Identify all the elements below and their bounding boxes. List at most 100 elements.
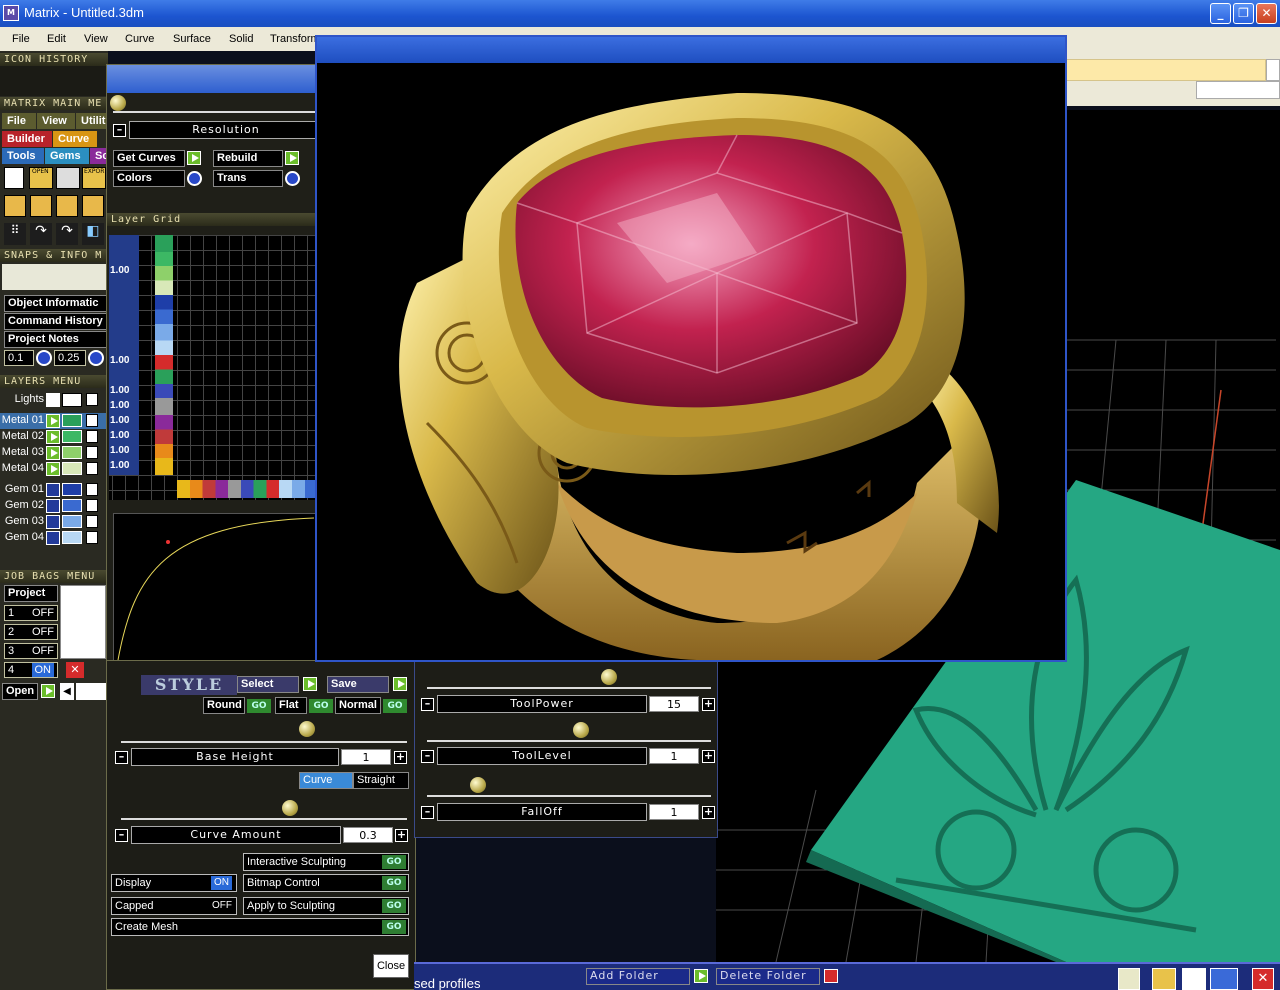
new-file-icon[interactable] — [4, 167, 24, 189]
minimize-button[interactable]: _ — [1210, 3, 1231, 24]
grid-icon[interactable] — [56, 167, 80, 189]
save-icon-1[interactable] — [4, 195, 26, 217]
job-3[interactable]: 3 OFF — [4, 643, 58, 659]
rebuild-go-icon[interactable] — [285, 151, 299, 165]
project-button[interactable]: Project — [4, 585, 58, 602]
save-icon-3[interactable] — [56, 195, 78, 217]
menu-transform[interactable]: Transform — [270, 33, 320, 45]
mirror-icon[interactable]: ◧ — [82, 223, 104, 245]
job-1[interactable]: 1 OFF — [4, 605, 58, 621]
lights-swatch[interactable] — [62, 393, 82, 407]
scroll-up-icon[interactable] — [1266, 59, 1280, 81]
home-icon[interactable] — [1118, 968, 1140, 990]
select-go-icon[interactable] — [303, 677, 317, 691]
bitmap-control-row[interactable]: Bitmap Control GO — [243, 874, 409, 892]
curve-amount-slider-track[interactable] — [121, 818, 407, 820]
radio-icon-1[interactable] — [36, 350, 52, 366]
base-height-minus-button[interactable]: – — [115, 751, 128, 764]
falloff-plus-button[interactable]: + — [702, 806, 715, 819]
tool-power-minus-button[interactable]: – — [421, 698, 434, 711]
prev-arrow-icon[interactable]: ◀ — [60, 683, 74, 700]
tab-curve[interactable]: Curve — [53, 131, 97, 147]
metal-row-3[interactable]: Metal 03 — [0, 445, 108, 461]
tool-level-slider-track[interactable] — [427, 740, 711, 742]
create-mesh-go[interactable]: GO — [382, 920, 406, 934]
render-window[interactable] — [315, 35, 1067, 662]
gem-04-play-icon[interactable] — [46, 531, 60, 545]
delete-folder-button[interactable]: Delete Folder — [716, 968, 820, 985]
grid-view-icon[interactable] — [1182, 968, 1206, 990]
metal-03-lock-icon[interactable] — [86, 446, 98, 459]
open-play-icon[interactable] — [41, 684, 55, 698]
job-field[interactable] — [76, 683, 106, 700]
job-2[interactable]: 2 OFF — [4, 624, 58, 640]
falloff-slider-knob[interactable] — [470, 777, 486, 793]
metal-02-play-icon[interactable] — [46, 430, 60, 444]
list-view-icon[interactable] — [1210, 968, 1238, 990]
bitmap-control-go[interactable]: GO — [382, 876, 406, 890]
tab-view[interactable]: View — [37, 113, 75, 129]
apply-sculpting-go[interactable]: GO — [382, 899, 406, 913]
gem-03-play-icon[interactable] — [46, 515, 60, 529]
save-button[interactable]: Save — [327, 676, 389, 693]
metal-04-swatch[interactable] — [62, 462, 82, 475]
straight-toggle[interactable]: Straight — [353, 772, 409, 789]
restore-button[interactable]: ❐ — [1233, 3, 1254, 24]
gem-03-swatch[interactable] — [62, 515, 82, 528]
resolution-slider-knob[interactable] — [110, 95, 126, 111]
metal-01-lock-icon[interactable] — [86, 414, 98, 427]
trans-radio-icon[interactable] — [285, 171, 300, 186]
base-height-slider-knob[interactable] — [299, 721, 315, 737]
metal-row-4[interactable]: Metal 04 — [0, 461, 108, 477]
get-curves-go-icon[interactable] — [187, 151, 201, 165]
metal-03-swatch[interactable] — [62, 446, 82, 459]
metal-02-swatch[interactable] — [62, 430, 82, 443]
menu-curve[interactable]: Curve — [125, 33, 154, 45]
close-icon[interactable]: ✕ — [1252, 968, 1274, 990]
tab-utilities[interactable]: Utilit — [76, 113, 108, 129]
flat-go-button[interactable]: GO — [309, 699, 333, 713]
snap-icons[interactable] — [2, 264, 106, 290]
tool-power-plus-button[interactable]: + — [702, 698, 715, 711]
metal-row-1[interactable]: Metal 01 — [0, 413, 108, 429]
arc-icon-1[interactable]: ↷ — [30, 223, 52, 245]
colors-radio-icon[interactable] — [187, 171, 202, 186]
tool-level-value[interactable]: 1 — [649, 748, 699, 764]
metal-03-play-icon[interactable] — [46, 446, 60, 460]
normal-go-button[interactable]: GO — [383, 699, 407, 713]
normal-button[interactable]: Normal — [335, 697, 381, 714]
resolution-slider-track[interactable] — [113, 111, 317, 113]
curve-amount-minus-button[interactable]: – — [115, 829, 128, 842]
tool-level-plus-button[interactable]: + — [702, 750, 715, 763]
tool-power-slider-track[interactable] — [427, 687, 711, 689]
falloff-slider-track[interactable] — [427, 795, 711, 797]
gem-02-play-icon[interactable] — [46, 499, 60, 513]
menu-file[interactable]: File — [12, 33, 30, 45]
lights-play-icon[interactable] — [46, 393, 60, 407]
metal-02-lock-icon[interactable] — [86, 430, 98, 443]
close-window-button[interactable]: ✕ — [1256, 3, 1277, 24]
add-folder-button[interactable]: Add Folder — [586, 968, 690, 985]
gem-01-swatch[interactable] — [62, 483, 82, 496]
gem-row-2[interactable]: Gem 02 — [0, 498, 108, 514]
tool-level-minus-button[interactable]: – — [421, 750, 434, 763]
export-icon[interactable]: EXPOR — [82, 167, 106, 189]
curve-amount-value[interactable]: 0.3 — [343, 827, 393, 843]
metal-01-swatch[interactable] — [62, 414, 82, 427]
tab-gems[interactable]: Gems — [45, 148, 89, 164]
base-height-slider-track[interactable] — [121, 741, 407, 743]
curve-toggle[interactable]: Curve — [299, 772, 353, 789]
command-line[interactable] — [1066, 59, 1266, 81]
gem-row-3[interactable]: Gem 03 — [0, 514, 108, 530]
display-state[interactable]: ON — [211, 876, 232, 890]
tool-level-slider-knob[interactable] — [573, 722, 589, 738]
layer-grid[interactable]: 1.00 1.00 1.00 1.00 1.00 1.00 1.00 1.00 — [109, 235, 319, 500]
save-go-icon[interactable] — [393, 677, 407, 691]
open-button[interactable]: Open — [2, 683, 38, 700]
base-height-plus-button[interactable]: + — [394, 751, 407, 764]
gem-row-4[interactable]: Gem 04 — [0, 530, 108, 546]
save-icon-4[interactable] — [82, 195, 104, 217]
get-curves-button[interactable]: Get Curves — [113, 150, 185, 167]
gem-01-play-icon[interactable] — [46, 483, 60, 497]
lights-lock-icon[interactable] — [86, 393, 98, 406]
